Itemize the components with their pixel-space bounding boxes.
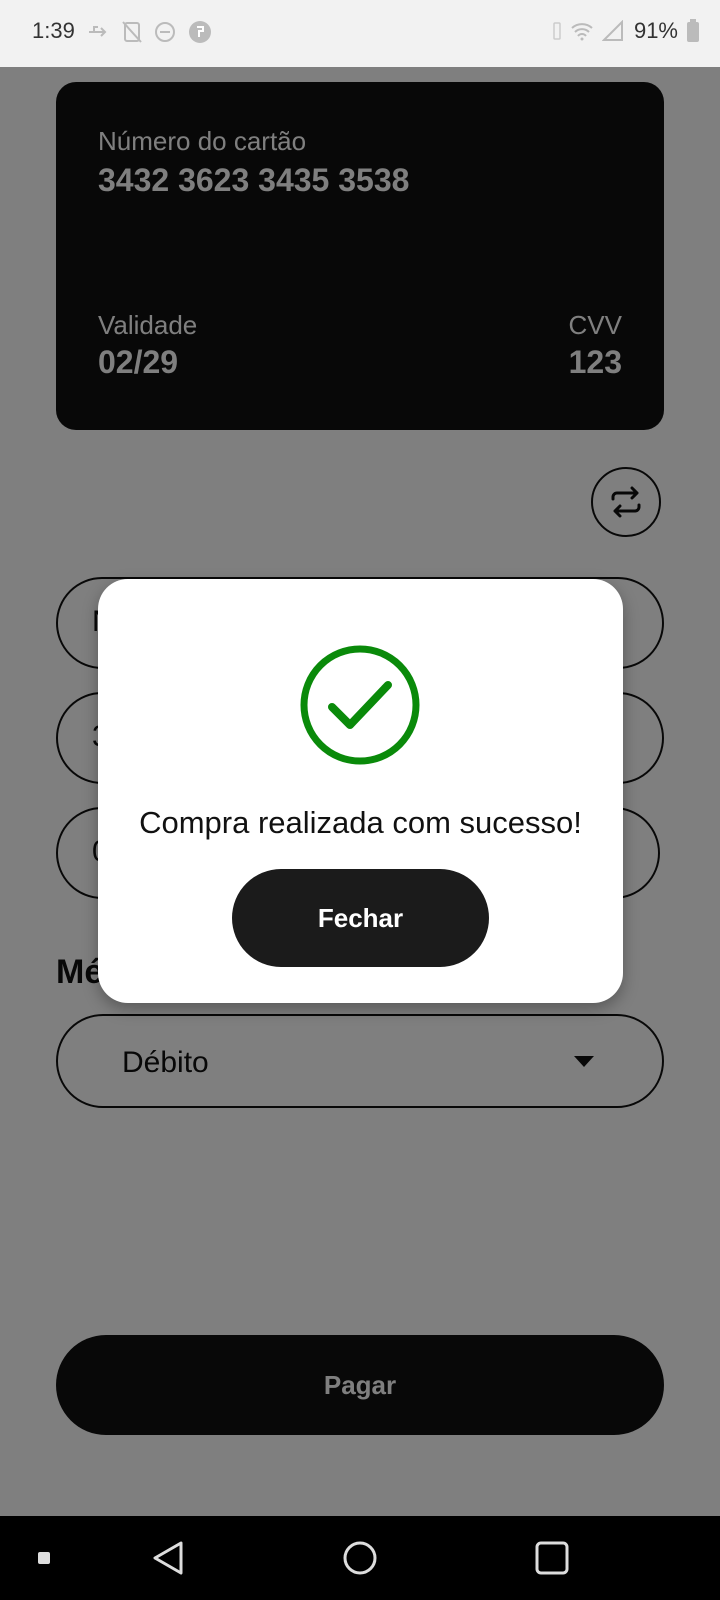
- success-message: Compra realizada com sucesso!: [139, 805, 582, 840]
- status-icons-left: [88, 20, 212, 44]
- status-icons-right: 91%: [552, 18, 700, 44]
- no-sim-icon: [122, 21, 142, 43]
- status-bar: 1:39 91%: [0, 0, 720, 67]
- nav-indicator: [38, 1552, 50, 1564]
- check-circle-icon: [300, 645, 420, 765]
- do-not-disturb-icon: [155, 22, 175, 42]
- nav-home-button[interactable]: [340, 1538, 380, 1578]
- system-navigation-bar: [0, 1516, 720, 1600]
- nav-recents-button[interactable]: [532, 1538, 572, 1578]
- status-time: 1:39: [32, 18, 75, 43]
- battery-percent: 91%: [633, 18, 678, 43]
- small-square-icon: [38, 1552, 50, 1564]
- battery-icon: [687, 19, 699, 42]
- back-triangle-icon: [153, 1541, 183, 1575]
- close-dialog-button[interactable]: Fechar: [232, 869, 489, 967]
- wifi-icon: [571, 23, 593, 41]
- vibrate-icon: [553, 22, 561, 40]
- recents-square-icon: [535, 1541, 569, 1575]
- app-notification-icon: [189, 21, 211, 43]
- nav-back-button[interactable]: [148, 1538, 188, 1578]
- home-circle-icon: [343, 1541, 377, 1575]
- signal-icon: [601, 20, 623, 41]
- success-dialog: Compra realizada com sucesso! Fechar: [98, 579, 623, 1003]
- usb-icon: [89, 26, 107, 37]
